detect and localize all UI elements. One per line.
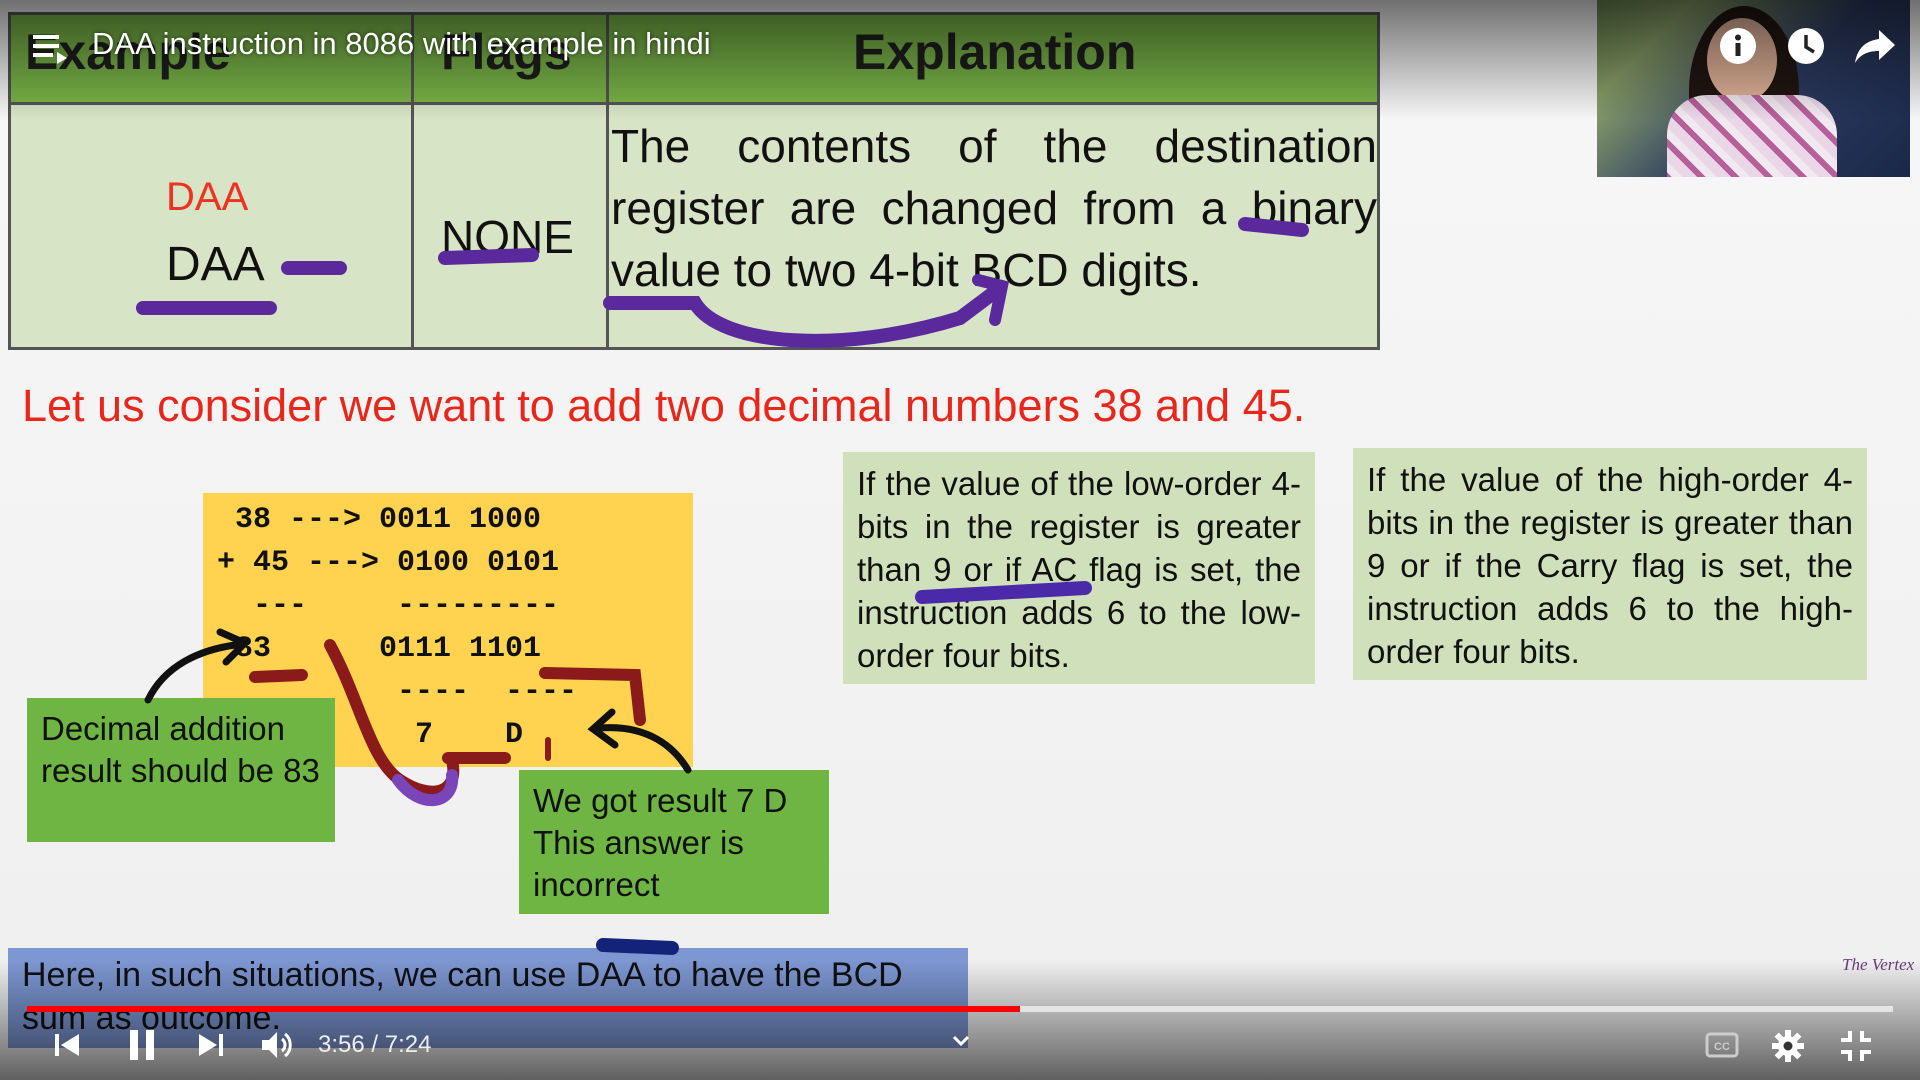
progress-played: [27, 1006, 1020, 1012]
black-arrow: [144, 641, 239, 704]
playlist-icon[interactable]: [30, 30, 70, 66]
video-title[interactable]: DAA instruction in 8086 with example in …: [92, 26, 711, 62]
pen-mark: [539, 667, 646, 726]
exit-fullscreen-icon[interactable]: [1838, 1029, 1874, 1063]
black-arrow: [596, 724, 692, 774]
pen-arrow: [603, 281, 1007, 348]
share-icon[interactable]: [1852, 24, 1898, 68]
settings-icon[interactable]: [1770, 1029, 1806, 1063]
time-display: 3:56 / 7:24: [318, 1031, 432, 1058]
pen-underline: [596, 938, 679, 955]
svg-text:CC: CC: [1714, 1041, 1730, 1053]
captions-icon[interactable]: CC: [1704, 1031, 1740, 1059]
channel-watermark: The Vertex: [1842, 955, 1915, 974]
watch-later-icon[interactable]: [1784, 24, 1828, 68]
pen-underline: [438, 248, 539, 265]
pen-underline: [1238, 217, 1309, 237]
video-frame[interactable]: Example Flags Explanation DAA DAA NONE T…: [0, 0, 1920, 1080]
progress-bar[interactable]: [27, 1006, 1893, 1012]
presenter-shirt: [1667, 95, 1837, 177]
next-icon[interactable]: [194, 1030, 228, 1060]
pen-mark: [249, 669, 308, 683]
pen-underline: [915, 581, 1092, 604]
pen-arrow: [324, 639, 460, 798]
volume-icon[interactable]: [258, 1028, 296, 1062]
chevron-down-icon[interactable]: [950, 1032, 972, 1050]
pause-icon[interactable]: [124, 1027, 160, 1063]
previous-icon[interactable]: [50, 1030, 84, 1060]
info-icon[interactable]: [1716, 24, 1760, 68]
